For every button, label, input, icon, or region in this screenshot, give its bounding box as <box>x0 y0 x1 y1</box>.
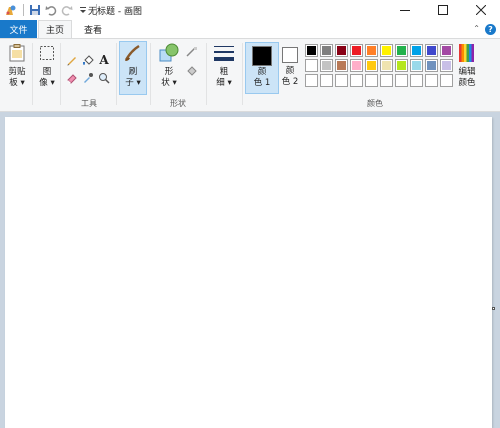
save-icon[interactable] <box>28 3 42 17</box>
size-button[interactable]: 粗细 ▾ <box>210 42 238 89</box>
palette-swatch[interactable] <box>395 74 408 87</box>
workspace <box>0 112 500 428</box>
clipboard-label-2: 板 ▾ <box>9 78 25 88</box>
pencil-icon[interactable] <box>65 53 79 67</box>
minimize-icon <box>400 10 410 11</box>
tab-file[interactable]: 文件 <box>0 20 37 38</box>
shapes-icon <box>158 42 180 64</box>
colors-group-label: 颜色 <box>367 99 383 108</box>
palette-swatch[interactable] <box>380 44 393 57</box>
tab-view[interactable]: 查看 <box>76 20 110 38</box>
shapes-label-2: 状 ▾ <box>161 78 177 88</box>
palette-swatch[interactable] <box>380 74 393 87</box>
line-size-icon <box>213 42 235 64</box>
palette-swatch[interactable] <box>335 59 348 72</box>
palette-swatch[interactable] <box>350 74 363 87</box>
clipboard-icon <box>6 42 28 64</box>
color1-label-2: 色 1 <box>253 78 271 88</box>
palette-swatch[interactable] <box>440 74 453 87</box>
palette-swatch[interactable] <box>335 44 348 57</box>
edit-colors-label-2: 颜色 <box>458 78 476 88</box>
color2-button[interactable]: 颜色 2 <box>273 42 307 94</box>
outline-icon[interactable] <box>185 45 199 59</box>
color2-label-1: 颜 <box>285 66 295 76</box>
palette-swatch[interactable] <box>320 44 333 57</box>
color1-label-1: 颜 <box>257 67 267 77</box>
palette-swatch[interactable] <box>410 44 423 57</box>
clipboard-label-1: 剪贴 <box>8 67 26 77</box>
undo-icon[interactable] <box>44 3 58 17</box>
palette-swatch[interactable] <box>410 59 423 72</box>
redo-icon[interactable] <box>60 3 74 17</box>
palette-swatch[interactable] <box>320 59 333 72</box>
palette-swatch[interactable] <box>305 44 318 57</box>
palette-swatch[interactable] <box>425 44 438 57</box>
palette-swatch[interactable] <box>440 59 453 72</box>
size-label-2: 细 ▾ <box>216 78 232 88</box>
shapes-group-label: 形状 <box>170 99 186 108</box>
palette-swatch[interactable] <box>425 59 438 72</box>
edit-colors-button[interactable]: 编辑 颜色 <box>456 42 478 89</box>
quick-access-toolbar <box>0 0 101 20</box>
palette-swatch[interactable] <box>395 44 408 57</box>
palette-swatch[interactable] <box>365 44 378 57</box>
palette-swatch[interactable] <box>335 74 348 87</box>
palette-swatch[interactable] <box>305 74 318 87</box>
fill-shape-icon[interactable] <box>185 63 199 77</box>
brush-icon <box>122 42 144 64</box>
canvas-resize-handle-right[interactable] <box>492 307 495 310</box>
drawing-canvas[interactable] <box>5 117 492 428</box>
palette-swatch[interactable] <box>365 74 378 87</box>
shapes-label-1: 形 <box>164 67 174 77</box>
tools-group-label: 工具 <box>81 99 97 108</box>
maximize-button[interactable] <box>424 0 462 20</box>
palette-swatch[interactable] <box>380 59 393 72</box>
paint-app-icon <box>3 3 17 17</box>
magnifier-icon[interactable] <box>97 71 111 85</box>
ribbon: 剪贴板 ▾ 图像 ▾ A 工具 刷子 ▾ 形状 ▾ 形状 粗 细 ▾ 颜 色 1… <box>0 38 500 112</box>
maximize-icon <box>438 5 448 15</box>
image-label-1: 图 <box>42 67 52 77</box>
collapse-ribbon-icon[interactable]: ⌃ <box>473 24 480 33</box>
clipboard-button[interactable]: 剪贴板 ▾ <box>4 42 30 89</box>
shapes-button[interactable]: 形状 ▾ <box>155 42 183 89</box>
brushes-label-1: 刷 <box>128 67 138 77</box>
color2-swatch <box>282 47 298 63</box>
close-icon <box>476 5 486 15</box>
color2-label-2: 色 2 <box>281 77 299 87</box>
fill-icon[interactable] <box>81 53 95 67</box>
eraser-icon[interactable] <box>65 71 79 85</box>
edit-colors-label-1: 编辑 <box>458 67 476 77</box>
brushes-label-2: 子 ▾ <box>125 78 141 88</box>
color-picker-icon[interactable] <box>81 71 95 85</box>
palette-swatch[interactable] <box>425 74 438 87</box>
palette-swatch[interactable] <box>410 74 423 87</box>
window-title: 无标题 - 画图 <box>88 7 142 17</box>
palette-swatch[interactable] <box>365 59 378 72</box>
ribbon-tabs: 文件 主页 查看 ⌃ ? <box>0 20 500 38</box>
size-label-1: 粗 <box>219 67 229 77</box>
text-icon[interactable]: A <box>97 53 111 67</box>
image-button[interactable]: 图像 ▾ <box>36 42 58 89</box>
edit-colors-icon <box>456 42 478 64</box>
palette-swatch[interactable] <box>320 74 333 87</box>
palette-swatch[interactable] <box>395 59 408 72</box>
palette-swatch[interactable] <box>440 44 453 57</box>
palette-swatch[interactable] <box>350 59 363 72</box>
help-icon[interactable]: ? <box>485 24 496 35</box>
tab-home[interactable]: 主页 <box>38 20 72 38</box>
select-icon <box>36 42 58 64</box>
color1-swatch <box>252 46 272 66</box>
minimize-button[interactable] <box>386 0 424 20</box>
image-label-2: 像 ▾ <box>39 78 55 88</box>
close-button[interactable] <box>462 0 500 20</box>
title-bar: 无标题 - 画图 <box>0 0 500 20</box>
palette-swatch[interactable] <box>350 44 363 57</box>
brushes-button[interactable]: 刷子 ▾ <box>119 41 147 95</box>
palette-swatch[interactable] <box>305 59 318 72</box>
